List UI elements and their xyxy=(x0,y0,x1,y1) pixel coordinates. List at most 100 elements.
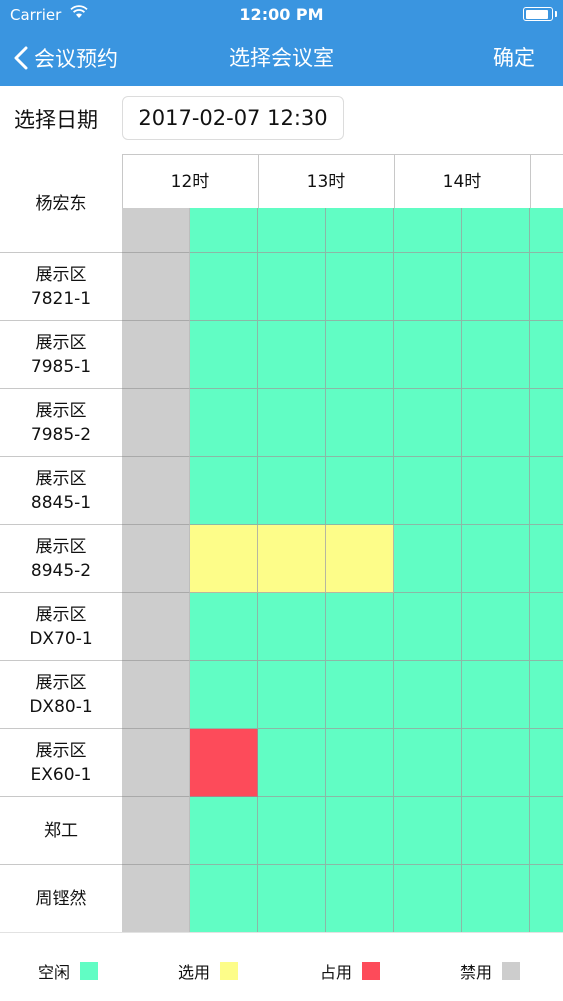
legend-item-disabled: 禁用 xyxy=(460,959,521,983)
time-slot-free[interactable] xyxy=(258,321,326,389)
time-slot-free[interactable] xyxy=(462,865,530,932)
time-slot-free[interactable] xyxy=(190,208,258,253)
time-slot-free[interactable] xyxy=(258,389,326,457)
time-slot-selected[interactable] xyxy=(258,525,326,593)
time-slot-free[interactable] xyxy=(462,729,530,797)
time-slot-free[interactable] xyxy=(190,865,258,932)
room-code: 8845-1 xyxy=(30,493,92,513)
time-slot-disabled xyxy=(122,208,190,253)
time-slot-free[interactable] xyxy=(326,389,394,457)
room-label: 展示区 EX60-1 xyxy=(0,729,122,797)
time-slot-free[interactable] xyxy=(258,457,326,525)
time-slot-free[interactable] xyxy=(530,525,563,593)
time-slot-free[interactable] xyxy=(326,253,394,321)
time-slot-free[interactable] xyxy=(530,729,563,797)
time-slot-free[interactable] xyxy=(190,661,258,729)
time-slot-free[interactable] xyxy=(462,525,530,593)
room-name: 展示区 xyxy=(35,673,87,693)
time-slot-disabled xyxy=(122,389,190,457)
time-slot-free[interactable] xyxy=(462,457,530,525)
status-legend: 空闲 选用 占用 禁用 xyxy=(0,932,563,1001)
room-code: 8945-2 xyxy=(30,561,92,581)
room-name: 展示区 xyxy=(35,265,87,285)
hour-header: 13时 xyxy=(306,172,346,192)
time-slot-free[interactable] xyxy=(190,457,258,525)
time-slot-disabled xyxy=(122,797,190,865)
time-slot-free[interactable] xyxy=(190,389,258,457)
time-slot-free[interactable] xyxy=(190,797,258,865)
time-slot-disabled xyxy=(122,253,190,321)
time-slot-free[interactable] xyxy=(326,321,394,389)
time-slot-free[interactable] xyxy=(462,389,530,457)
legend-label: 选用 xyxy=(178,963,211,982)
room-code: DX70-1 xyxy=(29,629,93,649)
time-slot-free[interactable] xyxy=(530,661,563,729)
time-slot-free[interactable] xyxy=(530,593,563,661)
time-slot-free[interactable] xyxy=(190,253,258,321)
time-slot-free[interactable] xyxy=(326,865,394,932)
status-time: 12:00 PM xyxy=(239,5,324,24)
time-slot-free[interactable] xyxy=(190,321,258,389)
time-slot-free[interactable] xyxy=(326,661,394,729)
time-slot-free[interactable] xyxy=(258,208,326,253)
room-name: 展示区 xyxy=(35,741,87,761)
time-slot-free[interactable] xyxy=(394,729,462,797)
time-slot-free[interactable] xyxy=(394,457,462,525)
time-slot-free[interactable] xyxy=(326,593,394,661)
time-slot-free[interactable] xyxy=(530,253,563,321)
date-row: 选择日期 xyxy=(0,86,563,154)
time-slot-free[interactable] xyxy=(394,321,462,389)
room-schedule-grid: 12时 13时 14时 杨宏东 展示区 7821-1 展示区 7985-1 展示区 7985-2 展… xyxy=(0,154,563,932)
time-slot-free[interactable] xyxy=(530,321,563,389)
back-button[interactable]: 会议预约 xyxy=(14,30,118,86)
time-slot-free[interactable] xyxy=(326,208,394,253)
time-slot-free[interactable] xyxy=(394,525,462,593)
time-slot-free[interactable] xyxy=(394,389,462,457)
time-slot-free[interactable] xyxy=(462,661,530,729)
time-slot-free[interactable] xyxy=(326,457,394,525)
navigation-bar: 会议预约 选择会议室 确定 xyxy=(0,30,563,86)
room-code: 7985-2 xyxy=(30,425,92,445)
room-name: 周铿然 xyxy=(35,889,87,909)
legend-label: 禁用 xyxy=(460,963,493,982)
time-slot-free[interactable] xyxy=(394,593,462,661)
time-slot-free[interactable] xyxy=(258,661,326,729)
time-slot-free[interactable] xyxy=(258,865,326,932)
time-slot-free[interactable] xyxy=(462,321,530,389)
room-name: 展示区 xyxy=(35,537,87,557)
time-slot-selected[interactable] xyxy=(326,525,394,593)
time-slot-free[interactable] xyxy=(258,797,326,865)
time-slot-free[interactable] xyxy=(190,593,258,661)
date-picker-input[interactable] xyxy=(122,96,344,140)
time-slot-free[interactable] xyxy=(462,253,530,321)
time-slot-free[interactable] xyxy=(258,253,326,321)
time-slot-free[interactable] xyxy=(530,208,563,253)
time-slot-free[interactable] xyxy=(462,208,530,253)
time-slot-free[interactable] xyxy=(394,661,462,729)
hour-header: 12时 xyxy=(170,172,210,192)
room-label: 展示区 7985-1 xyxy=(0,321,122,389)
legend-label: 空闲 xyxy=(38,963,71,982)
confirm-button[interactable]: 确定 xyxy=(493,30,535,86)
room-label: 展示区 DX80-1 xyxy=(0,661,122,729)
time-slot-free[interactable] xyxy=(258,593,326,661)
date-label: 选择日期 xyxy=(14,108,98,132)
status-bar: Carrier 12:00 PM xyxy=(0,0,563,30)
time-slot-free[interactable] xyxy=(530,389,563,457)
time-slot-free[interactable] xyxy=(530,797,563,865)
time-slot-free[interactable] xyxy=(326,729,394,797)
time-slot-free[interactable] xyxy=(394,865,462,932)
time-slot-free[interactable] xyxy=(326,797,394,865)
time-slot-free[interactable] xyxy=(258,729,326,797)
time-slot-free[interactable] xyxy=(462,797,530,865)
room-code: DX80-1 xyxy=(29,697,93,717)
time-slot-occupied xyxy=(190,729,258,797)
time-slot-free[interactable] xyxy=(394,797,462,865)
time-slot-free[interactable] xyxy=(530,865,563,932)
legend-item-selected: 选用 xyxy=(178,959,239,983)
time-slot-free[interactable] xyxy=(394,253,462,321)
time-slot-free[interactable] xyxy=(394,208,462,253)
time-slot-selected[interactable] xyxy=(190,525,258,593)
time-slot-free[interactable] xyxy=(462,593,530,661)
time-slot-free[interactable] xyxy=(530,457,563,525)
